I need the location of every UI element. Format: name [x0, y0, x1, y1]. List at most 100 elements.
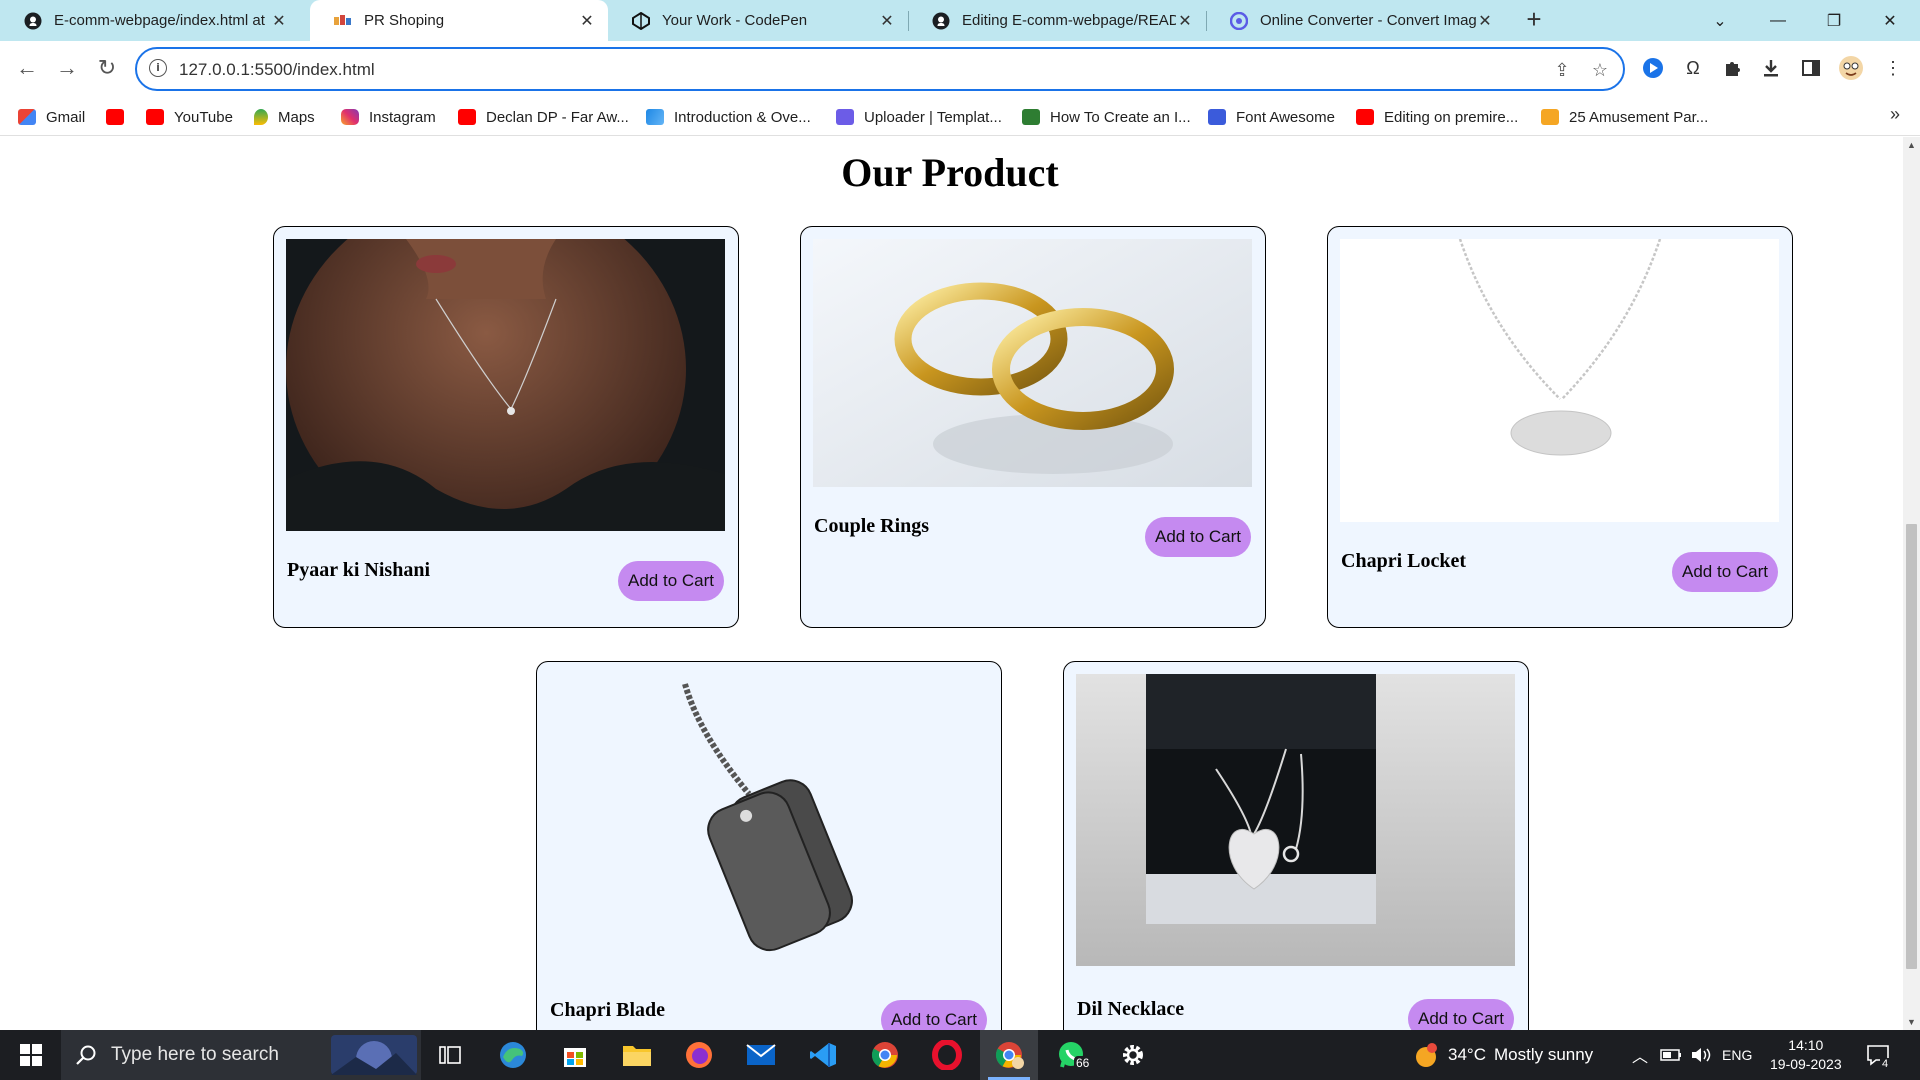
whatsapp-badge: 66: [1074, 1056, 1092, 1070]
bookmark-instagram[interactable]: Instagram: [341, 106, 436, 128]
tab-pr-shoping[interactable]: PR Shoping ✕: [310, 0, 608, 41]
battery-icon[interactable]: [1660, 1030, 1682, 1080]
bookmark-label: Instagram: [369, 108, 436, 126]
bookmark-star-icon[interactable]: ☆: [1589, 59, 1611, 81]
profile-avatar[interactable]: [1836, 53, 1866, 83]
tab-github-index[interactable]: E-comm-webpage/index.html at ✕: [0, 0, 300, 41]
bookmark-amusement[interactable]: 25 Amusement Par...: [1541, 106, 1708, 128]
whatsapp-icon[interactable]: 66: [1042, 1030, 1100, 1080]
extension-play-icon[interactable]: [1638, 53, 1668, 83]
search-icon: [76, 1045, 96, 1065]
bookmark-label: Maps: [278, 108, 315, 126]
dog-tag-photo: [549, 674, 988, 974]
tab-title: Your Work - CodePen: [662, 12, 808, 29]
tab-title: Online Converter - Convert Imag: [1260, 12, 1476, 29]
volume-icon[interactable]: [1690, 1030, 1712, 1080]
bookmarks-bar: Gmail YouTube Maps Instagram Declan DP -…: [0, 98, 1920, 136]
bookmark-how-to[interactable]: How To Create an I...: [1022, 106, 1191, 128]
notification-count: 4: [1880, 1058, 1891, 1070]
search-placeholder: Type here to search: [111, 1044, 279, 1065]
microsoft-store-icon[interactable]: [546, 1030, 604, 1080]
back-button[interactable]: ←: [10, 51, 44, 85]
instagram-icon: [341, 109, 359, 125]
add-to-cart-button[interactable]: Add to Cart: [1408, 999, 1514, 1030]
page-viewport: Our Product Pyaar ki Nishani Add to Cart: [0, 137, 1903, 1030]
bookmark-label: 25 Amusement Par...: [1569, 108, 1709, 126]
bookmark-gmail[interactable]: Gmail: [18, 106, 85, 128]
product-card: Couple Rings Add to Cart: [800, 226, 1266, 628]
add-to-cart-button[interactable]: Add to Cart: [618, 561, 724, 601]
weather-widget[interactable]: 34°C Mostly sunny: [1412, 1030, 1593, 1080]
product-name: Chapri Locket: [1341, 550, 1466, 572]
new-tab-button[interactable]: +: [1520, 6, 1548, 34]
address-url[interactable]: 127.0.0.1:5500/index.html: [179, 60, 375, 80]
tab-online-converter[interactable]: Online Converter - Convert Imag ✕: [1206, 0, 1506, 41]
browser-menu-icon[interactable]: ⋮: [1878, 53, 1908, 83]
edge-browser-icon[interactable]: [484, 1030, 542, 1080]
opera-icon[interactable]: [918, 1030, 976, 1080]
close-tab-icon[interactable]: ✕: [578, 11, 596, 31]
clock-time: 14:10: [1788, 1037, 1824, 1053]
file-explorer-icon[interactable]: [608, 1030, 666, 1080]
page-scrollbar[interactable]: ▲ ▼: [1903, 137, 1920, 1030]
input-language[interactable]: ENG: [1722, 1030, 1752, 1080]
bookmark-uploader[interactable]: Uploader | Templat...: [836, 106, 1002, 128]
tab-github-readme[interactable]: Editing E-comm-webpage/READ ✕: [908, 0, 1206, 41]
mail-icon[interactable]: [732, 1030, 790, 1080]
converter-icon: [1230, 11, 1248, 30]
scroll-up-arrow-icon[interactable]: ▲: [1907, 140, 1916, 150]
youtube-icon: [106, 109, 124, 125]
chrome-icon[interactable]: [856, 1030, 914, 1080]
uploader-icon: [836, 109, 854, 125]
more-bookmarks-icon[interactable]: »: [1890, 104, 1900, 125]
add-to-cart-button[interactable]: Add to Cart: [1145, 517, 1251, 557]
reload-button[interactable]: ↻: [90, 51, 124, 85]
bookmark-font-awesome[interactable]: Font Awesome: [1208, 106, 1335, 128]
add-to-cart-button[interactable]: Add to Cart: [881, 1000, 987, 1030]
task-view-icon[interactable]: [421, 1030, 479, 1080]
bookmark-youtube[interactable]: YouTube: [146, 106, 233, 128]
scrollbar-thumb[interactable]: [1906, 524, 1917, 969]
notification-center[interactable]: 4: [1866, 1030, 1891, 1080]
address-bar[interactable]: i 127.0.0.1:5500/index.html ⇪ ☆: [135, 47, 1625, 91]
weather-temperature: 34°C: [1448, 1045, 1486, 1064]
bookmark-youtube-1[interactable]: [106, 106, 134, 128]
scroll-down-arrow-icon[interactable]: ▼: [1907, 1017, 1916, 1027]
close-window-button[interactable]: ✕: [1862, 0, 1918, 41]
close-tab-icon[interactable]: ✕: [878, 11, 896, 31]
product-card: Dil Necklace Add to Cart: [1063, 661, 1529, 1030]
minimize-button[interactable]: —: [1750, 0, 1806, 41]
bookmark-maps[interactable]: Maps: [254, 106, 315, 128]
maps-icon: [254, 109, 268, 125]
taskbar-search-box[interactable]: Type here to search: [61, 1030, 421, 1080]
add-to-cart-button[interactable]: Add to Cart: [1672, 552, 1778, 592]
vscode-icon[interactable]: [794, 1030, 852, 1080]
w-logo-icon: [1022, 109, 1040, 125]
tab-search-icon[interactable]: ⌄: [1690, 0, 1750, 41]
restore-button[interactable]: ❐: [1806, 0, 1862, 41]
chrome-profile-icon[interactable]: [980, 1030, 1038, 1080]
firefox-icon[interactable]: [670, 1030, 728, 1080]
side-panel-icon[interactable]: [1796, 53, 1826, 83]
product-card: Chapri Locket Add to Cart: [1327, 226, 1793, 628]
close-tab-icon[interactable]: ✕: [1476, 11, 1494, 31]
bookmark-label: Font Awesome: [1236, 108, 1335, 126]
download-icon[interactable]: [1756, 53, 1786, 83]
forward-button[interactable]: →: [50, 51, 84, 85]
extensions-puzzle-icon[interactable]: [1718, 53, 1748, 83]
clock[interactable]: 14:10 19-09-2023: [1770, 1030, 1842, 1080]
bookmark-declan[interactable]: Declan DP - Far Aw...: [458, 106, 629, 128]
show-hidden-icons-chevron-icon[interactable]: ︿: [1632, 1030, 1648, 1080]
settings-gear-icon[interactable]: [1104, 1030, 1162, 1080]
close-tab-icon[interactable]: ✕: [1176, 11, 1194, 31]
share-icon[interactable]: ⇪: [1551, 59, 1573, 81]
bookmark-editing[interactable]: Editing on premire...: [1356, 106, 1518, 128]
tab-codepen[interactable]: Your Work - CodePen ✕: [608, 0, 908, 41]
bookmark-label: Editing on premire...: [1384, 108, 1519, 126]
close-tab-icon[interactable]: ✕: [270, 11, 288, 31]
extension-omega-icon[interactable]: Ω: [1678, 53, 1708, 83]
start-button[interactable]: [2, 1030, 60, 1080]
bookmark-introduction[interactable]: Introduction & Ove...: [646, 106, 811, 128]
site-info-icon[interactable]: i: [149, 59, 167, 77]
clock-date: 19-09-2023: [1770, 1056, 1842, 1072]
